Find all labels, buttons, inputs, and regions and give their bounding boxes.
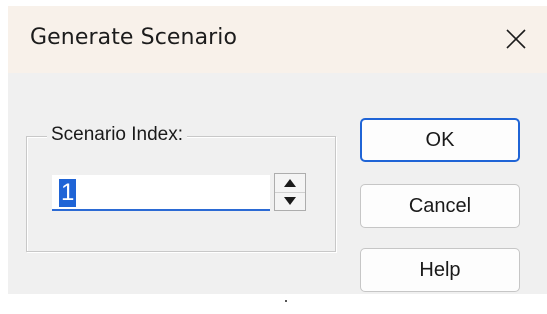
cancel-button[interactable]: Cancel <box>360 184 520 228</box>
ok-button[interactable]: OK <box>360 118 520 162</box>
scenario-index-spinner <box>274 173 306 211</box>
title-bar: Generate Scenario <box>8 6 547 73</box>
resize-dot <box>285 300 287 302</box>
triangle-down-icon <box>284 197 296 205</box>
close-icon <box>506 29 526 49</box>
window-bottom-edge <box>0 294 547 314</box>
scenario-index-label: Scenario Index: <box>47 124 188 146</box>
dialog-title: Generate Scenario <box>30 25 238 50</box>
scenario-index-value: 1 <box>59 179 77 207</box>
close-button[interactable] <box>493 16 539 62</box>
scenario-index-input[interactable]: 1 <box>52 175 270 211</box>
spin-down-button[interactable] <box>275 192 305 210</box>
triangle-up-icon <box>284 179 296 187</box>
spin-up-button[interactable] <box>275 174 305 193</box>
help-button[interactable]: Help <box>360 248 520 292</box>
